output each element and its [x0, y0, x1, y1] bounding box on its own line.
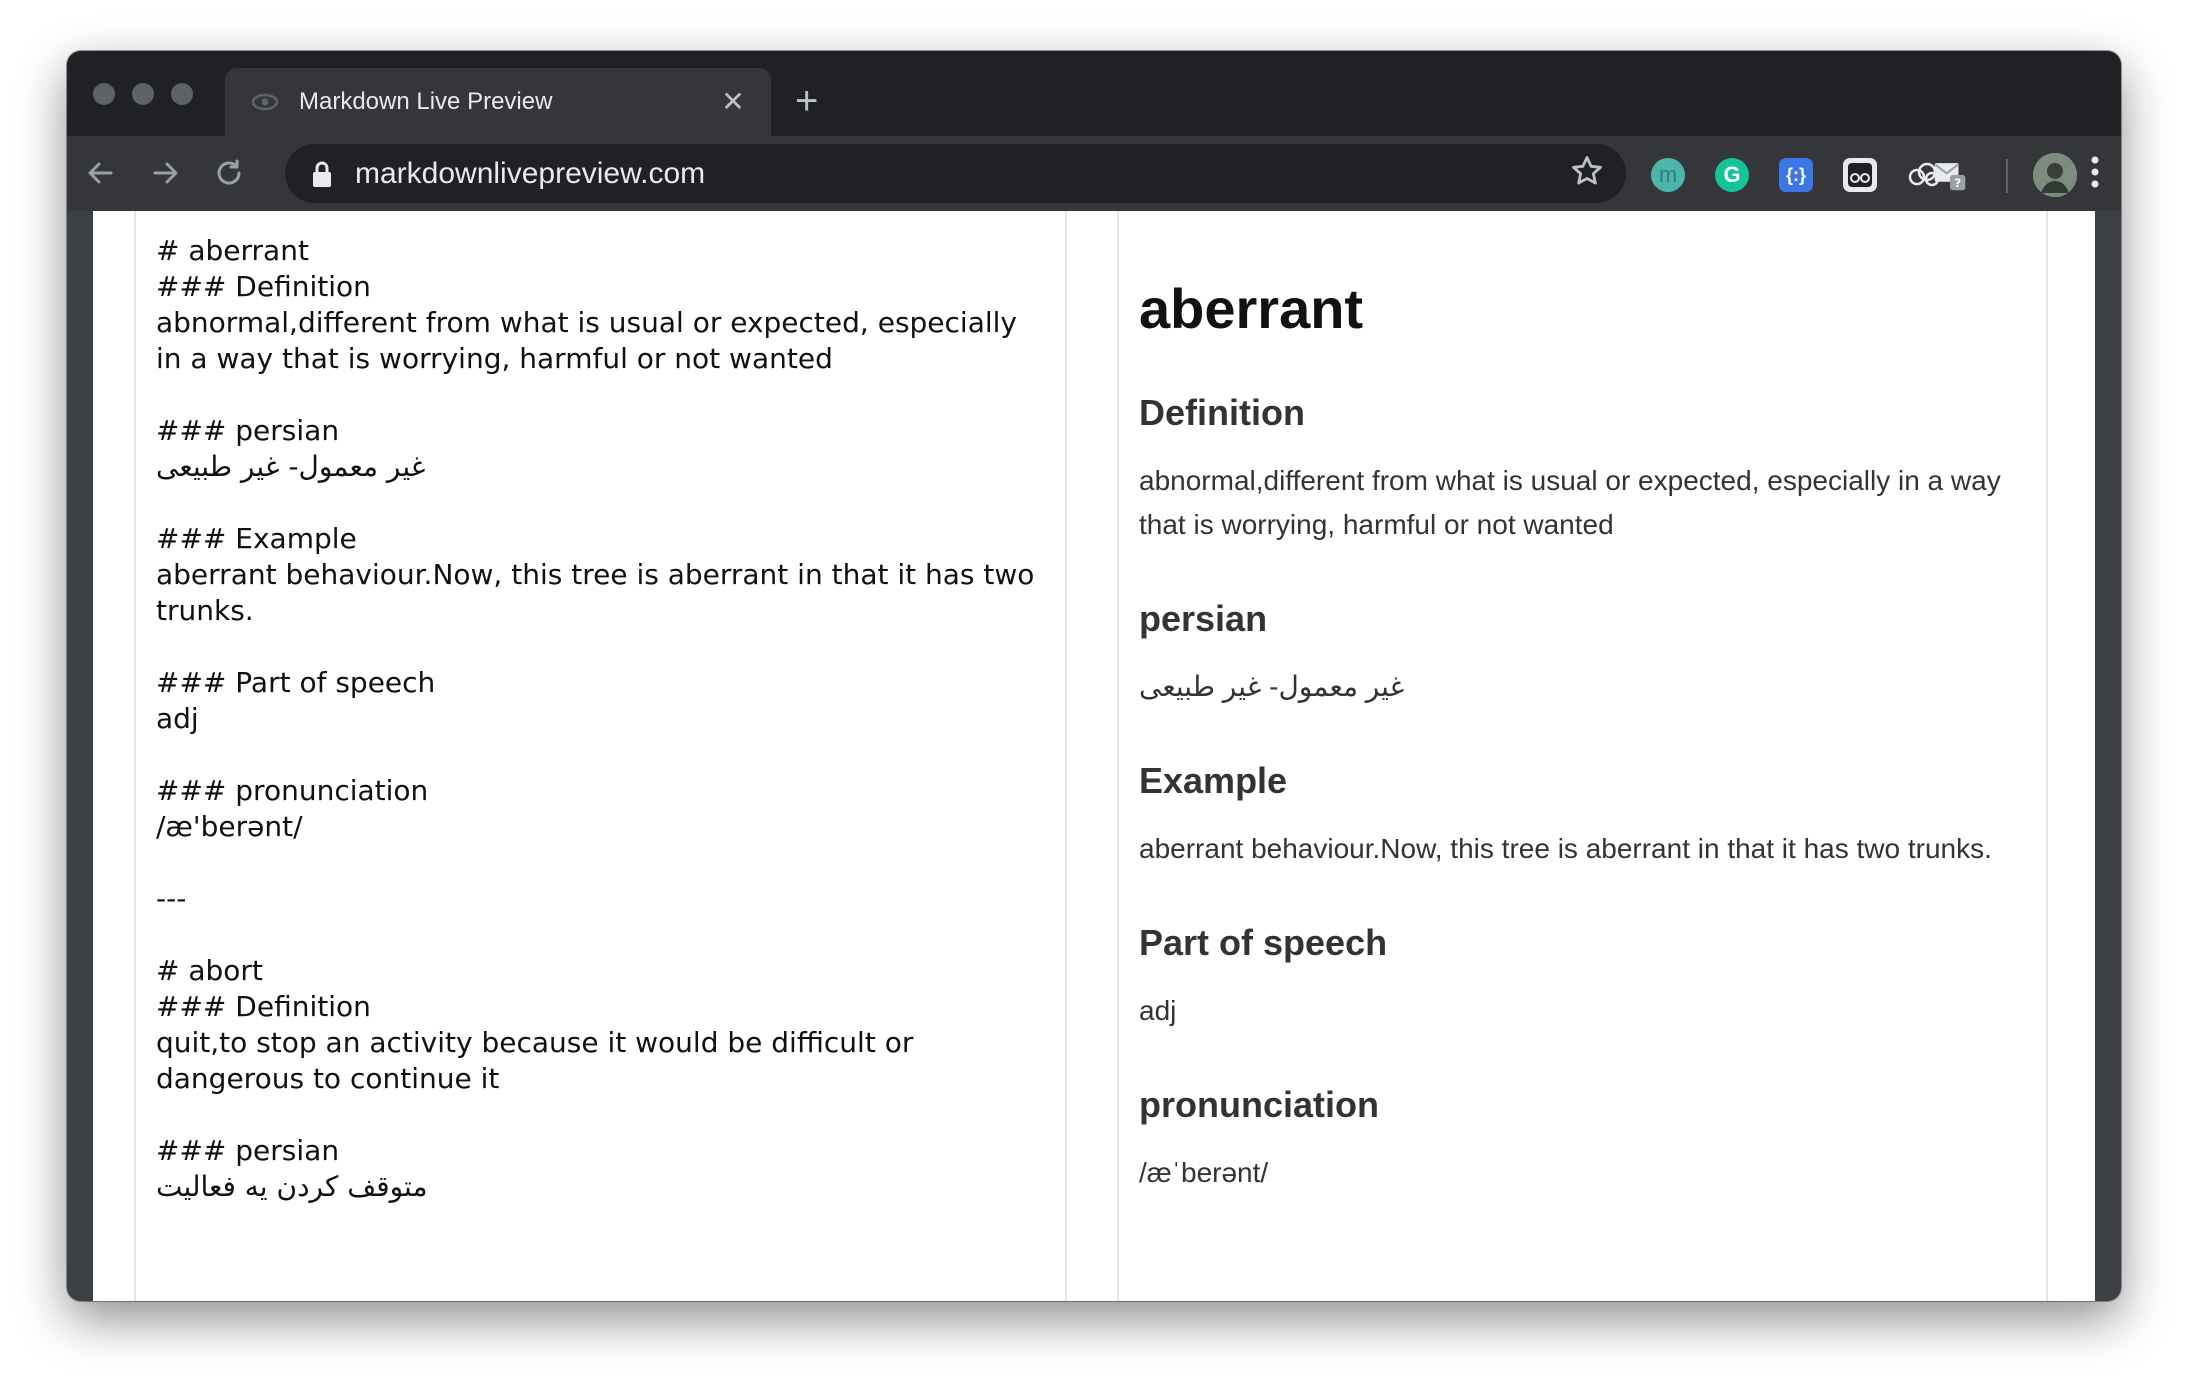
- new-tab-button[interactable]: +: [795, 81, 818, 121]
- preview-text-definition: abnormal,different from what is usual or…: [1139, 465, 2001, 540]
- preview-heading-persian: persian: [1139, 598, 1268, 639]
- preview-text-part-of-speech: adj: [1139, 995, 1177, 1026]
- preview-heading-pronunciation: pronunciation: [1139, 1084, 1379, 1125]
- grammarly-extension-icon[interactable]: G: [1715, 158, 1749, 192]
- browser-toolbar: markdownlivepreview.com m G {:} ?: [67, 136, 2121, 211]
- json-viewer-extension-icon[interactable]: {:}: [1779, 158, 1813, 192]
- kebab-menu-icon[interactable]: [2085, 154, 2105, 194]
- forward-arrow-icon[interactable]: [145, 153, 185, 193]
- url-text: markdownlivepreview.com: [355, 156, 706, 190]
- bookmark-star-icon[interactable]: [1570, 154, 1604, 194]
- tab-title: Markdown Live Preview: [299, 88, 553, 115]
- back-arrow-icon[interactable]: [81, 153, 121, 193]
- gmail-checker-extension-icon[interactable]: ?: [1933, 158, 1967, 192]
- preview-heading-example: Example: [1139, 760, 1288, 801]
- preview-title: aberrant: [1139, 277, 1364, 340]
- tab-markdown-live-preview[interactable]: Markdown Live Preview ✕: [225, 68, 771, 136]
- preview-text-persian: غیر معمول- غیر طبیعی: [1139, 671, 1405, 702]
- browser-window: Markdown Live Preview ✕ + markdownlivepr…: [67, 51, 2121, 1301]
- profile-avatar[interactable]: [2033, 153, 2077, 197]
- preview-text-pronunciation: /æˈberənt/: [1139, 1157, 1269, 1188]
- preview-text-example: aberrant behaviour.Now, this tree is abe…: [1139, 833, 1992, 864]
- lock-icon: [311, 159, 333, 189]
- page-content: # aberrant ### Definition abnormal,diffe…: [93, 211, 2095, 1301]
- markdown-editor[interactable]: # aberrant ### Definition abnormal,diffe…: [134, 211, 1067, 1301]
- editor-text[interactable]: # aberrant ### Definition abnormal,diffe…: [136, 211, 1065, 1301]
- close-window-button[interactable]: [93, 83, 115, 105]
- preview-heading-part-of-speech: Part of speech: [1139, 922, 1388, 963]
- close-tab-icon[interactable]: ✕: [719, 88, 747, 116]
- mercury-extension-icon[interactable]: m: [1651, 158, 1685, 192]
- markdown-preview: aberrant Definition abnormal,different f…: [1117, 211, 2048, 1301]
- title-bar: Markdown Live Preview ✕ +: [67, 51, 2121, 136]
- address-bar[interactable]: markdownlivepreview.com: [285, 144, 1626, 203]
- toolbar-separator: [2006, 159, 2008, 193]
- minimize-window-button[interactable]: [132, 83, 154, 105]
- preview-heading-definition: Definition: [1139, 392, 1305, 433]
- window-controls: [93, 83, 193, 105]
- reload-icon[interactable]: [209, 153, 249, 193]
- zoom-window-button[interactable]: [171, 83, 193, 105]
- svg-text:?: ?: [1954, 176, 1961, 190]
- glasses-extension-icon[interactable]: [1843, 158, 1877, 192]
- eye-icon: [251, 88, 279, 116]
